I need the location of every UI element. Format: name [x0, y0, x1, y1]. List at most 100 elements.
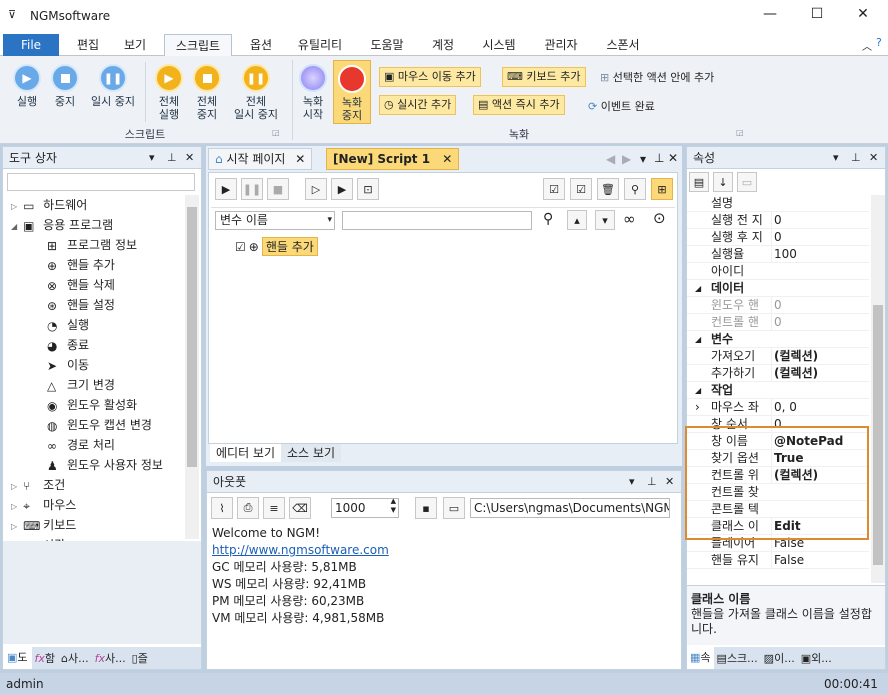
clean-icon[interactable]: ⌇	[211, 497, 233, 519]
event-complete-button[interactable]: ⟳ 이벤트 완료	[588, 98, 655, 114]
toolbox-search-input[interactable]	[7, 173, 195, 191]
help-icon[interactable]: ?	[876, 36, 882, 49]
property-value[interactable]: 0	[771, 229, 782, 246]
check-icon[interactable]: ☑	[570, 178, 592, 200]
log-link[interactable]: http://www.ngmsoftware.com	[212, 542, 389, 559]
close-icon[interactable]: ✕	[869, 147, 878, 169]
property-value[interactable]: False	[771, 552, 804, 569]
minimize-button[interactable]: —	[747, 6, 793, 22]
add-mouse-move-button[interactable]: ▣ 마우스 이동 추가	[379, 67, 481, 87]
pause-icon[interactable]: ❚❚	[241, 178, 263, 200]
dropdown-icon[interactable]: ▾	[149, 147, 155, 169]
close-button[interactable]: ✕	[840, 6, 886, 22]
eraser-icon[interactable]: ⌫	[289, 497, 311, 519]
interval-stepper[interactable]: 1000 ▲ ▼	[331, 497, 399, 518]
tab-editor-view[interactable]: 에디터 보기	[210, 444, 282, 462]
property-value[interactable]: 0	[771, 297, 782, 314]
tab-properties[interactable]: ▦속	[687, 647, 714, 669]
check-all-icon[interactable]: ☑	[543, 178, 565, 200]
run-button[interactable]: ▶ 실행	[10, 64, 44, 108]
pin-icon[interactable]: ⊥	[647, 471, 657, 493]
variable-select[interactable]: 변수 이름 ▾	[215, 211, 335, 230]
collapse-icon[interactable]: ◢	[695, 280, 701, 297]
toolbox-item[interactable]: ◉ 윈도우 활성화	[47, 395, 137, 415]
close-icon[interactable]: ✕	[185, 147, 194, 169]
script-node[interactable]: ☑ ⊕ 핸들 추가	[235, 237, 318, 256]
tab-start-page[interactable]: ⌂ 시작 페이지 ✕	[208, 148, 313, 170]
action-immediate-add-button[interactable]: ▤ 액션 즉시 추가	[473, 95, 565, 115]
close-tab-icon[interactable]: ✕	[442, 152, 452, 166]
toolbox-item[interactable]: ◕ 종료	[47, 335, 89, 355]
close-icon[interactable]: ✕	[665, 471, 674, 493]
toolbox-item[interactable]: ∞ 경로 처리	[47, 435, 115, 455]
scrollbar-thumb[interactable]	[187, 207, 197, 467]
add-in-selected-action-button[interactable]: ⊞ 선택한 액션 안에 추가	[600, 69, 714, 85]
property-category[interactable]: ◢ 데이터	[687, 280, 869, 297]
system-menu-icon[interactable]: ⊽	[8, 8, 16, 21]
property-value[interactable]: 0, 0	[771, 399, 797, 416]
dropdown-icon[interactable]: ▾	[833, 147, 839, 169]
play-icon[interactable]: ▶	[215, 178, 237, 200]
folder-icon[interactable]: ▭	[443, 497, 465, 519]
tab-source-view[interactable]: 소스 보기	[281, 444, 341, 462]
menu-view[interactable]: 보기	[117, 34, 153, 56]
menu-file[interactable]: File	[3, 34, 59, 56]
toolbox-item[interactable]: ▷ ⌨ 키보드	[11, 515, 76, 535]
expand-icon[interactable]: ▷	[11, 482, 17, 491]
property-row[interactable]: 실행 후 지 0	[687, 229, 869, 246]
delete-icon[interactable]: 🗑	[597, 178, 619, 200]
menu-account[interactable]: 계정	[425, 34, 461, 56]
dialog-launcher-icon[interactable]: ◲	[272, 128, 280, 137]
property-row[interactable]: 컨트롤 핸 0	[687, 314, 869, 331]
property-row[interactable]: 가져오기 (컬렉션)	[687, 348, 869, 365]
toolbox-item[interactable]: △ 크기 변경	[47, 375, 115, 395]
search-icon[interactable]: ⚲	[624, 178, 646, 200]
stop-all-button[interactable]: 전체 중지	[190, 64, 224, 121]
toolbox-scrollbar[interactable]	[185, 195, 199, 539]
record-dialog-launcher-icon[interactable]: ◲	[736, 128, 744, 137]
expand-icon[interactable]: ›	[695, 399, 700, 416]
property-row[interactable]: 아이디	[687, 263, 869, 280]
pin-icon[interactable]: ⊥	[654, 151, 664, 165]
move-down-icon[interactable]: ▾	[595, 210, 615, 230]
property-category[interactable]: ◢ 작업	[687, 382, 869, 399]
toolbox-item[interactable]: ▷ ⌖ 마우스	[11, 495, 76, 515]
pin-icon[interactable]: ⊥	[167, 147, 177, 169]
toolbox-item[interactable]: ▷ ▭ 하드웨어	[11, 195, 87, 215]
property-value[interactable]: (컬렉션)	[771, 365, 818, 382]
dropdown-icon[interactable]: ▾	[629, 471, 635, 493]
menu-utility[interactable]: 유틸리티	[290, 34, 350, 56]
record-stop-button[interactable]: 녹화 중지	[333, 60, 371, 124]
expand-icon[interactable]: ▷	[11, 502, 17, 511]
tab-users[interactable]: ⌂사...	[58, 650, 92, 666]
step-into-icon[interactable]: ▶	[331, 178, 353, 200]
tab-scripts[interactable]: ▤스크...	[714, 650, 761, 666]
tab-script-1[interactable]: [New] Script 1 ✕	[326, 148, 460, 170]
property-pages-icon[interactable]: ▭	[737, 172, 757, 192]
toolbox-item[interactable]: ⊕ 핸들 추가	[47, 255, 115, 275]
menu-admin[interactable]: 관리자	[537, 34, 585, 56]
property-row[interactable]: 추가하기 (컬렉션)	[687, 365, 869, 382]
categorized-icon[interactable]: ▤	[689, 172, 709, 192]
add-keyboard-button[interactable]: ⌨ 키보드 추가	[502, 67, 586, 87]
property-value[interactable]: 100	[771, 246, 797, 263]
output-path-field[interactable]: C:\Users\ngmas\Documents\NGM6\	[470, 498, 670, 518]
pin-icon[interactable]: ⊥	[851, 147, 861, 169]
toolbox-item[interactable]: ♟ 윈도우 사용자 정보	[47, 455, 163, 475]
toolbox-item[interactable]: ◍ 윈도우 캡션 변경	[47, 415, 152, 435]
tree-view-icon[interactable]: ⊞	[651, 178, 673, 200]
realtime-add-button[interactable]: ◷ 실시간 추가	[379, 95, 457, 115]
toolbox-item[interactable]: ⊛ 핸들 설정	[47, 295, 115, 315]
step-icon[interactable]: ▷	[305, 178, 327, 200]
scrollbar-thumb[interactable]	[873, 305, 883, 565]
tab-list-icon[interactable]: ▾	[640, 152, 646, 166]
expand-icon[interactable]: ▷	[11, 522, 17, 531]
stepper-arrows-icon[interactable]: ▲ ▼	[391, 497, 396, 515]
properties-scrollbar[interactable]	[871, 195, 885, 583]
search-icon[interactable]: ⚲	[543, 211, 553, 227]
menu-script[interactable]: 스크립트	[164, 34, 232, 57]
menu-system[interactable]: 시스템	[474, 34, 524, 56]
property-row[interactable]: 윈도우 핸 0	[687, 297, 869, 314]
list-icon[interactable]: ≡	[263, 497, 285, 519]
collapse-icon[interactable]: ◢	[11, 222, 17, 231]
